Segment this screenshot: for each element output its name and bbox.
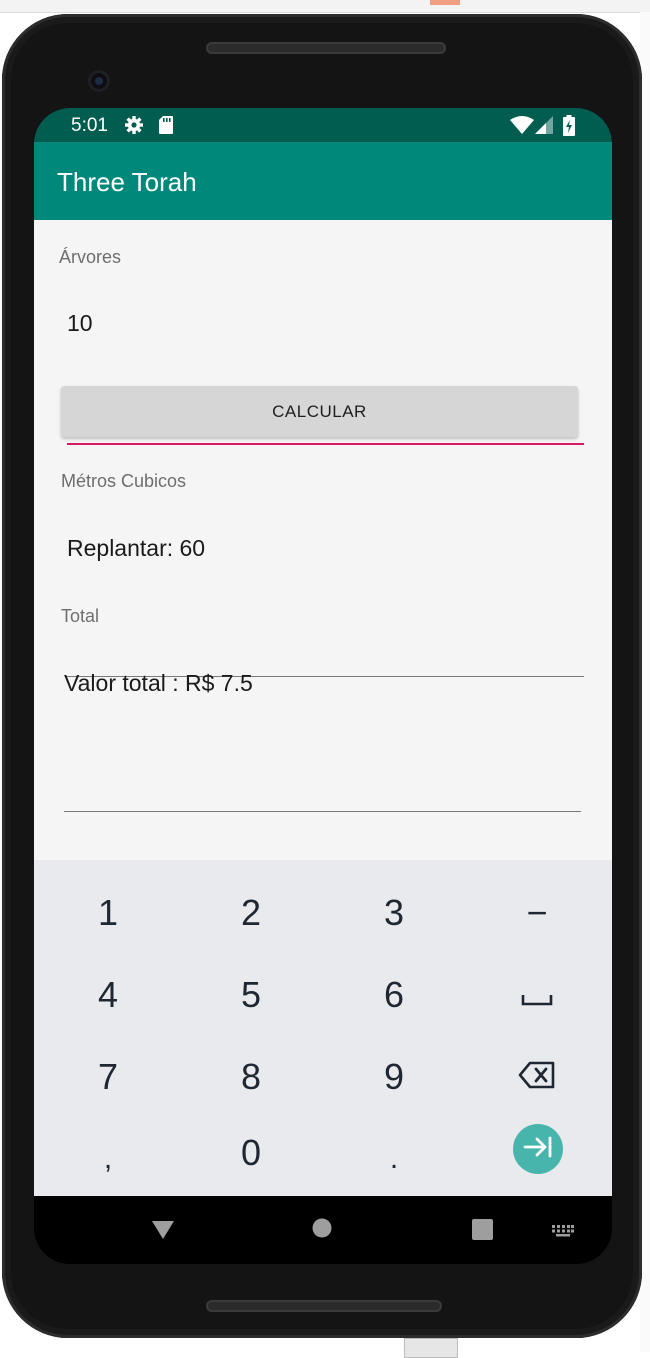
settings-icon bbox=[124, 115, 144, 140]
home-icon[interactable] bbox=[312, 1218, 332, 1243]
recents-icon[interactable] bbox=[472, 1219, 493, 1245]
wifi-icon bbox=[510, 116, 534, 139]
app-title: Three Torah bbox=[57, 167, 197, 197]
arvores-input-underline bbox=[67, 443, 584, 445]
key-comma[interactable]: , bbox=[36, 1118, 180, 1200]
front-camera bbox=[88, 70, 110, 92]
numeric-keyboard: 1 2 3 − 4 5 6 7 8 9 , 0 . bbox=[34, 860, 612, 1196]
back-icon[interactable] bbox=[151, 1220, 175, 1245]
space-icon bbox=[521, 974, 553, 1016]
key-space[interactable] bbox=[465, 954, 609, 1036]
arvores-input[interactable]: 10 bbox=[67, 310, 93, 337]
key-3[interactable]: 3 bbox=[322, 872, 466, 954]
host-window-tab bbox=[430, 0, 460, 5]
key-9[interactable]: 9 bbox=[322, 1036, 466, 1118]
key-5[interactable]: 5 bbox=[179, 954, 323, 1036]
calcular-button[interactable]: CALCULAR bbox=[61, 386, 578, 437]
key-7[interactable]: 7 bbox=[36, 1036, 180, 1118]
main-content: Árvores 10 CALCULAR Métros Cubicos Repla… bbox=[34, 220, 612, 860]
top-speaker bbox=[206, 42, 446, 54]
key-4[interactable]: 4 bbox=[36, 954, 180, 1036]
backspace-icon bbox=[518, 1056, 556, 1098]
metros-label: Métros Cubicos bbox=[61, 471, 187, 491]
host-window-fragment bbox=[404, 1338, 458, 1358]
key-0[interactable]: 0 bbox=[179, 1112, 323, 1194]
key-1[interactable]: 1 bbox=[36, 872, 180, 954]
key-6[interactable]: 6 bbox=[322, 954, 466, 1036]
key-backspace[interactable] bbox=[465, 1036, 609, 1118]
sd-card-icon bbox=[158, 115, 174, 140]
metros-field[interactable]: Replantar: 60 bbox=[67, 535, 205, 562]
device-screen: 5:01 Three Torah Árvores 10 CALCULAR Mét… bbox=[34, 108, 612, 1264]
key-period[interactable]: . bbox=[322, 1118, 466, 1200]
bottom-speaker bbox=[206, 1300, 442, 1312]
total-field[interactable]: Valor total : R$ 7.5 bbox=[64, 670, 253, 697]
total-field-underline bbox=[64, 811, 581, 812]
total-label: Total bbox=[61, 606, 100, 626]
status-time: 5:01 bbox=[71, 115, 108, 136]
key-2[interactable]: 2 bbox=[179, 872, 323, 954]
key-next[interactable] bbox=[513, 1124, 563, 1174]
arvores-label: Árvores bbox=[59, 247, 122, 267]
next-field-icon bbox=[523, 1136, 553, 1163]
key-minus[interactable]: − bbox=[465, 872, 609, 954]
keyboard-switch-icon[interactable] bbox=[552, 1224, 574, 1242]
battery-charging-icon bbox=[563, 115, 575, 141]
host-window-strip bbox=[0, 0, 650, 13]
signal-icon bbox=[535, 116, 553, 139]
app-toolbar: Three Torah bbox=[34, 142, 612, 220]
status-bar: 5:01 bbox=[34, 108, 612, 142]
navigation-bar bbox=[34, 1196, 612, 1264]
key-8[interactable]: 8 bbox=[179, 1036, 323, 1118]
